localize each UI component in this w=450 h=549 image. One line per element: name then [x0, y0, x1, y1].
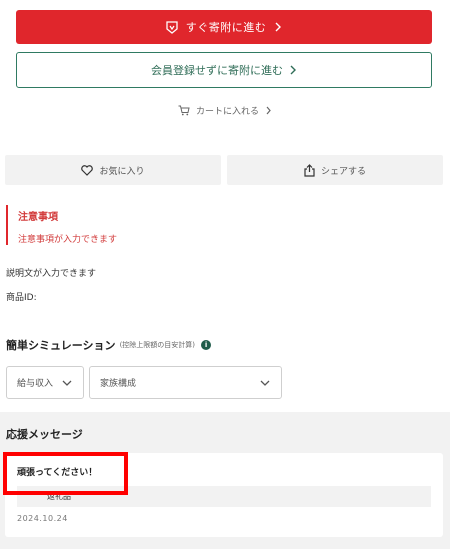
notice-box: 注意事項 注意事項が入力できます: [6, 205, 306, 245]
add-to-cart-link[interactable]: カートに入れる: [0, 101, 450, 119]
family-select[interactable]: 家族構成: [89, 366, 282, 399]
info-icon[interactable]: i: [201, 340, 212, 350]
cart-icon: [178, 105, 190, 116]
simulation-title: 簡単シミュレーション: [6, 339, 116, 352]
product-id-label: 商品ID:: [6, 293, 37, 303]
share-icon: [304, 163, 315, 177]
chevron-down-icon: [259, 377, 271, 389]
donate-now-button[interactable]: すぐ寄附に進む: [16, 10, 432, 44]
notice-title: 注意事項: [18, 212, 58, 223]
chevron-down-icon: [61, 377, 73, 389]
notice-text: 注意事項が入力できます: [18, 235, 118, 245]
donation-shield-icon: [166, 20, 178, 34]
share-button[interactable]: シェアする: [227, 155, 443, 185]
donate-now-label: すぐ寄附に進む: [185, 21, 267, 34]
product-description: 説明文が入力できます: [6, 269, 97, 279]
favorite-label: お気に入り: [99, 166, 145, 177]
chevron-right-icon: [289, 65, 297, 75]
simulation-header: 簡単シミュレーション (控除上限額の目安計算) i: [6, 337, 212, 353]
add-to-cart-label: カートに入れる: [195, 106, 259, 117]
favorite-button[interactable]: お気に入り: [5, 155, 221, 185]
highlight-box: [3, 452, 128, 495]
chevron-right-icon: [274, 22, 282, 32]
income-select-value: 給与収入: [17, 379, 54, 389]
family-select-value: 家族構成: [100, 379, 137, 389]
heart-icon: [81, 164, 94, 176]
chevron-right-icon: [265, 106, 272, 115]
donate-without-register-button[interactable]: 会員登録せずに寄附に進む: [16, 52, 432, 88]
share-label: シェアする: [320, 166, 366, 177]
simulation-subtitle: (控除上限額の目安計算): [119, 341, 196, 349]
support-message-title: 応援メッセージ: [6, 428, 83, 441]
support-message-date: 2024.10.24: [17, 514, 68, 523]
donate-without-register-label: 会員登録せずに寄附に進む: [151, 64, 283, 77]
income-select[interactable]: 給与収入: [6, 366, 84, 399]
